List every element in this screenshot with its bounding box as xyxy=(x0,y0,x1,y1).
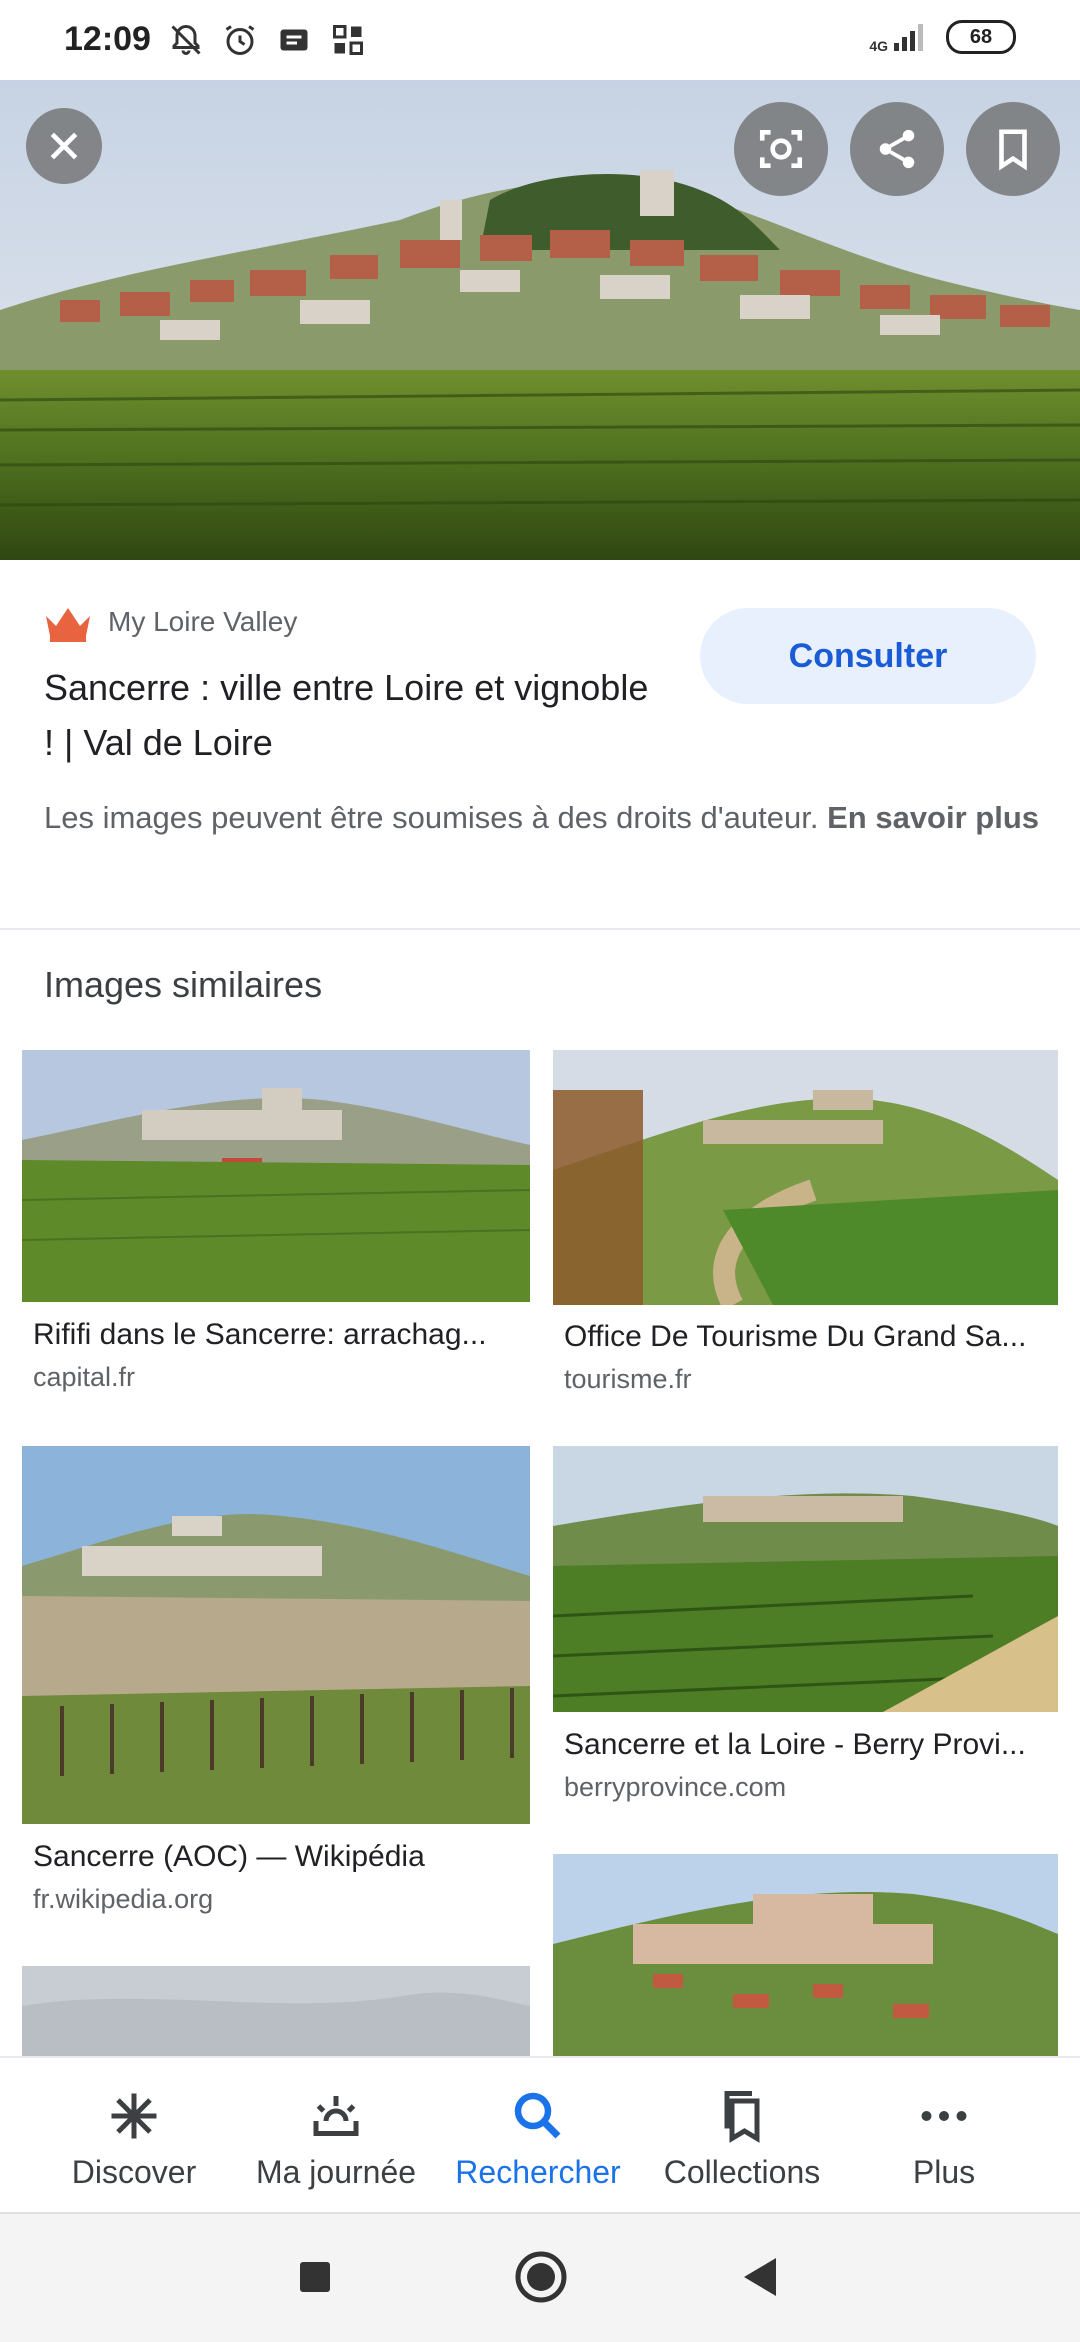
similar-site-4: berryprovince.com xyxy=(564,1772,787,1802)
copyright-text: Les images peuvent être soumises à des d… xyxy=(44,800,819,835)
nav-collections-label: Collections xyxy=(663,2154,821,2190)
nav-rechercher[interactable]: Rechercher xyxy=(438,2058,638,2214)
system-navigation-bar xyxy=(0,2212,1080,2342)
signal-icon xyxy=(894,24,923,51)
status-notification-icons xyxy=(168,22,366,58)
bottom-navigation: Discover Ma journée Rechercher Collectio… xyxy=(0,2056,1080,2214)
divider xyxy=(0,928,1080,930)
share-button[interactable] xyxy=(850,102,944,196)
copyright-note: Les images peuvent être soumises à des d… xyxy=(44,796,1044,840)
similar-image-4[interactable] xyxy=(553,1446,1058,1712)
source-logo-icon xyxy=(42,596,94,649)
nav-plus[interactable]: Plus xyxy=(844,2058,1044,2214)
similar-site-3: fr.wikipedia.org xyxy=(33,1884,214,1914)
asterisk-icon xyxy=(111,2093,157,2139)
nav-discover[interactable]: Discover xyxy=(34,2058,234,2214)
similar-title-2[interactable]: Office De Tourisme Du Grand Sa... xyxy=(564,1320,1026,1354)
share-icon xyxy=(879,129,915,169)
nav-ma-journee-label: Ma journée xyxy=(255,2154,417,2190)
nav-plus-label: Plus xyxy=(912,2154,976,2190)
status-right: 4G 68 xyxy=(869,20,1016,54)
similar-title-4[interactable]: Sancerre et la Loire - Berry Provi... xyxy=(564,1728,1026,1762)
sunrise-icon xyxy=(313,2096,359,2136)
apps-grid-icon xyxy=(333,25,363,55)
home-icon xyxy=(515,2251,567,2303)
battery-indicator: 68 xyxy=(946,20,1016,54)
visit-button[interactable]: Consulter xyxy=(700,608,1036,704)
similar-site-2: tourisme.fr xyxy=(564,1364,692,1394)
more-horiz-icon xyxy=(921,2111,967,2121)
lens-icon xyxy=(759,130,803,168)
similar-image-6[interactable] xyxy=(553,1854,1058,2056)
nav-discover-label: Discover xyxy=(71,2154,197,2190)
similar-image-5[interactable] xyxy=(22,1966,530,2056)
main-image[interactable] xyxy=(0,80,1080,560)
bookmark-icon xyxy=(999,129,1027,171)
similar-title-1[interactable]: Rififi dans le Sancerre: arrachag... xyxy=(33,1318,487,1352)
status-bar: 12:09 4G 68 xyxy=(0,0,1080,80)
source-title[interactable]: Sancerre : ville entre Loire et vignoble… xyxy=(44,660,664,770)
home-button[interactable] xyxy=(514,2250,568,2309)
bookmarks-icon xyxy=(724,2091,760,2143)
similar-image-3[interactable] xyxy=(22,1446,530,1824)
save-button[interactable] xyxy=(966,102,1060,196)
alarm-icon xyxy=(225,25,255,55)
network-type: 4G xyxy=(869,38,888,54)
close-icon xyxy=(50,132,78,160)
bell-off-icon xyxy=(171,24,201,55)
similar-image-2[interactable] xyxy=(553,1050,1058,1305)
close-button[interactable] xyxy=(26,108,102,184)
message-icon xyxy=(280,29,308,51)
back-icon xyxy=(744,2258,776,2296)
source-name[interactable]: My Loire Valley xyxy=(108,606,297,638)
lens-button[interactable] xyxy=(734,102,828,196)
search-icon xyxy=(514,2092,561,2139)
status-time: 12:09 xyxy=(64,20,151,58)
learn-more-link[interactable]: En savoir plus xyxy=(827,800,1039,835)
back-button[interactable] xyxy=(742,2256,778,2303)
recents-icon xyxy=(300,2262,330,2292)
similar-image-1[interactable] xyxy=(22,1050,530,1302)
nav-collections[interactable]: Collections xyxy=(642,2058,842,2214)
nav-rechercher-label: Rechercher xyxy=(455,2154,621,2190)
similar-title-3[interactable]: Sancerre (AOC) — Wikipédia xyxy=(33,1840,425,1874)
recents-button[interactable] xyxy=(298,2260,332,2299)
similar-site-1: capital.fr xyxy=(33,1362,136,1392)
nav-ma-journee[interactable]: Ma journée xyxy=(236,2058,436,2214)
similar-images-heading: Images similaires xyxy=(44,964,323,1005)
source-panel: My Loire Valley Sancerre : ville entre L… xyxy=(0,560,1080,928)
